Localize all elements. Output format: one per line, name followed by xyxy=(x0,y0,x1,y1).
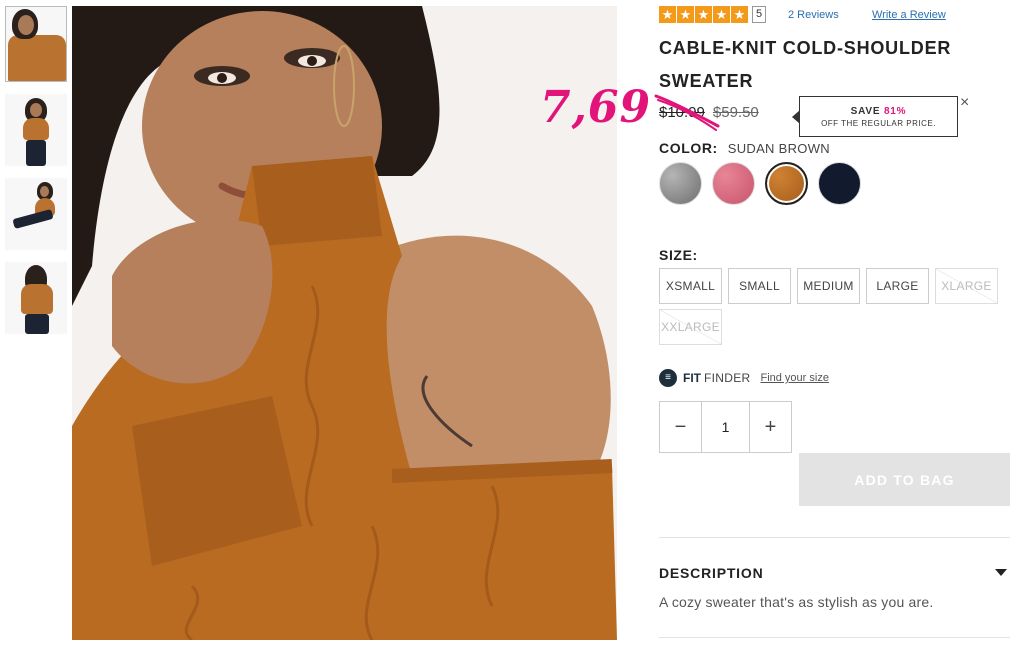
swatch-sudan-brown[interactable] xyxy=(765,162,808,205)
save-prefix: SAVE xyxy=(850,106,881,117)
add-to-bag-button[interactable]: ADD TO BAG xyxy=(799,453,1010,506)
quantity-value[interactable]: 1 xyxy=(701,402,750,452)
color-swatches xyxy=(659,162,861,205)
thumbnail-4[interactable] xyxy=(5,262,67,334)
thumbnail-sweater xyxy=(8,35,66,81)
size-large[interactable]: LARGE xyxy=(866,268,929,304)
star-icon: ★ xyxy=(713,6,730,23)
write-review-link[interactable]: Write a Review xyxy=(872,9,946,21)
handwritten-price-annotation: 7,69 xyxy=(540,82,652,133)
rating-count: 5 xyxy=(752,6,766,23)
close-icon[interactable]: × xyxy=(960,94,969,112)
reviews-link[interactable]: 2 Reviews xyxy=(788,9,839,21)
swatch-heather-grey[interactable] xyxy=(659,162,702,205)
thumbnail-legs xyxy=(25,314,49,334)
divider xyxy=(659,637,1010,638)
thumbnail-1[interactable] xyxy=(5,6,67,82)
save-note: OFF THE REGULAR PRICE. xyxy=(821,119,936,128)
thumbnail-sweater xyxy=(21,284,53,314)
size-label: SIZE: xyxy=(659,247,698,263)
sale-price: $10.99 xyxy=(659,104,705,121)
divider xyxy=(659,537,1010,538)
caret-down-icon[interactable] xyxy=(995,569,1007,576)
color-label: COLOR: xyxy=(659,140,718,156)
star-icon: ★ xyxy=(659,6,676,23)
model-illustration xyxy=(72,6,617,640)
fit-finder-bold: FIT xyxy=(683,371,701,385)
save-tooltip: SAVE 81% OFF THE REGULAR PRICE. xyxy=(792,96,958,137)
rating[interactable]: ★ ★ ★ ★ ★ 5 xyxy=(659,6,766,23)
fit-finder-label: FINDER xyxy=(704,371,751,385)
thumbnail-list xyxy=(5,6,67,346)
fit-finder-icon: ≡ xyxy=(659,369,677,387)
thumbnail-face xyxy=(40,186,49,197)
star-icon: ★ xyxy=(677,6,694,23)
size-xsmall[interactable]: XSMALL xyxy=(659,268,722,304)
quantity-increase-button[interactable]: + xyxy=(750,402,791,452)
color-value: SUDAN BROWN xyxy=(727,141,830,156)
star-icon: ★ xyxy=(695,6,712,23)
find-your-size-link[interactable]: Find your size xyxy=(760,372,828,384)
price-row: $10.99 $59.50 xyxy=(659,104,759,121)
save-percent: 81% xyxy=(883,106,907,117)
product-title: CABLE-KNIT COLD-SHOULDER SWEATER xyxy=(659,38,952,91)
thumbnail-face xyxy=(18,15,34,35)
main-product-image[interactable] xyxy=(72,6,617,640)
thumbnail-legs xyxy=(26,140,46,166)
regular-price: $59.50 xyxy=(712,104,759,121)
fit-finder: ≡ FIT FINDER Find your size xyxy=(659,369,829,387)
size-medium[interactable]: MEDIUM xyxy=(797,268,860,304)
description-text: A cozy sweater that's as stylish as you … xyxy=(659,594,934,610)
size-options: XSMALL SMALL MEDIUM LARGE XLARGE XXLARGE xyxy=(659,268,1009,345)
color-row: COLOR: SUDAN BROWN xyxy=(659,140,830,156)
save-headline: SAVE 81% xyxy=(800,106,957,117)
swatch-rose-pink[interactable] xyxy=(712,162,755,205)
star-icon: ★ xyxy=(731,6,748,23)
size-xlarge[interactable]: XLARGE xyxy=(935,268,998,304)
quantity-decrease-button[interactable]: − xyxy=(660,402,701,452)
description-heading[interactable]: DESCRIPTION xyxy=(659,565,763,581)
star-rating: ★ ★ ★ ★ ★ xyxy=(659,6,748,23)
thumbnail-2[interactable] xyxy=(5,94,67,166)
size-xxlarge[interactable]: XXLARGE xyxy=(659,309,722,345)
quantity-stepper: − 1 + xyxy=(659,401,792,453)
size-small[interactable]: SMALL xyxy=(728,268,791,304)
thumbnail-sweater xyxy=(23,118,49,140)
swatch-navy[interactable] xyxy=(818,162,861,205)
thumbnail-3[interactable] xyxy=(5,178,67,250)
thumbnail-face xyxy=(30,103,42,117)
